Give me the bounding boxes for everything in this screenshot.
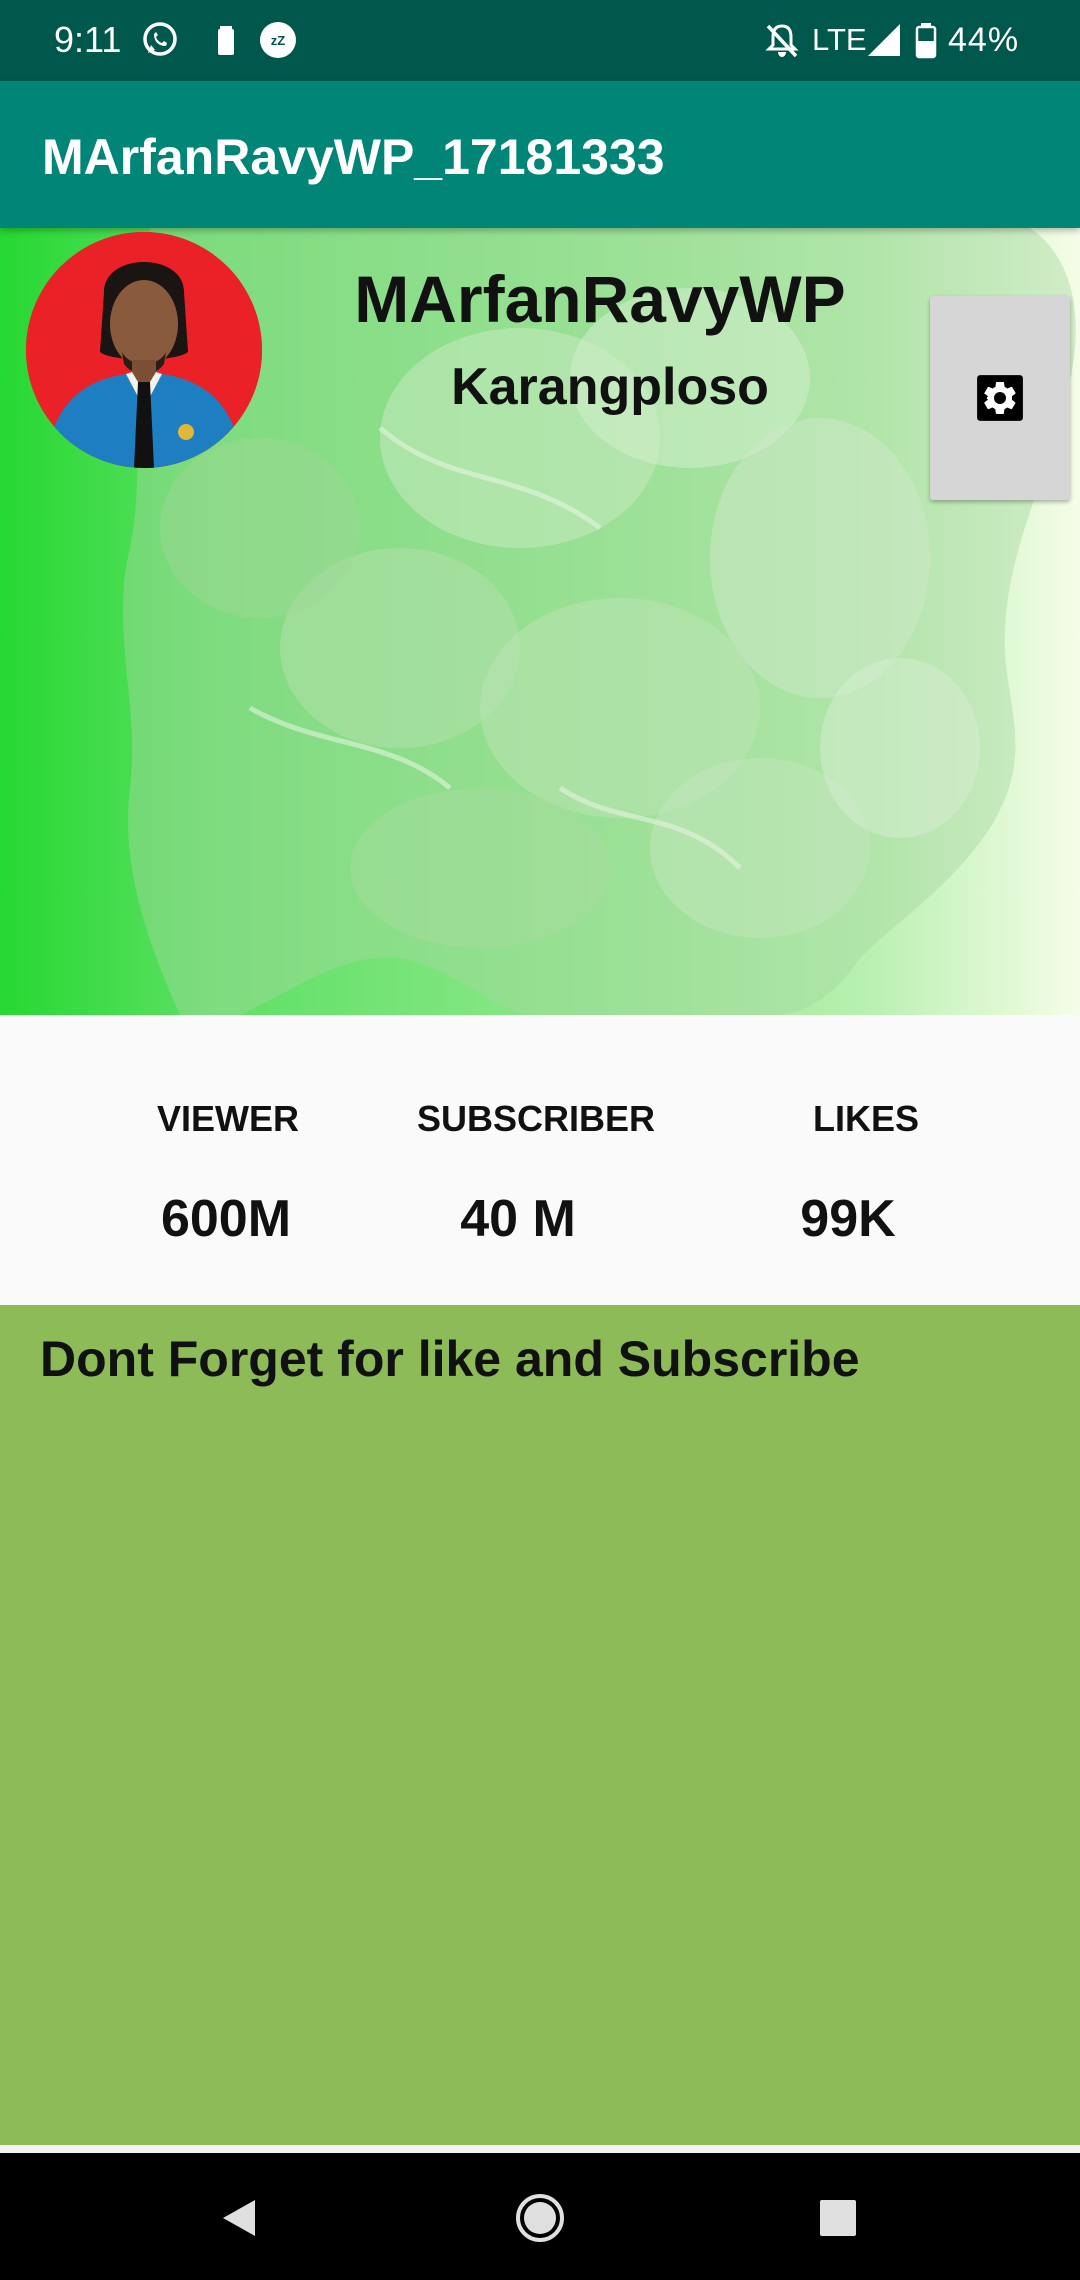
svg-text:zZ: zZ <box>271 33 286 48</box>
stat-value-subscriber: 40 M <box>460 1190 576 1248</box>
signal-icon <box>864 20 904 60</box>
whatsapp-icon <box>140 20 180 60</box>
app-bar: MArfanRavyWP_17181333 <box>0 81 1080 228</box>
status-bar: 9:11 zZ LTE 44% <box>0 0 1080 81</box>
sleep-icon: zZ <box>258 20 298 60</box>
mute-icon <box>762 20 802 60</box>
network-type: LTE <box>812 22 867 57</box>
back-button[interactable] <box>204 2183 274 2253</box>
stat-label-subscriber: SUBSCRIBER <box>416 1098 656 1139</box>
profile-location: Karangploso <box>451 358 769 416</box>
navigation-bar <box>0 2153 1080 2280</box>
battery-icon <box>906 20 946 60</box>
message-panel: Dont Forget for like and Subscribe <box>0 1305 1080 2145</box>
message-text: Dont Forget for like and Subscribe <box>40 1331 860 1387</box>
avatar-photo <box>26 232 262 468</box>
home-button[interactable] <box>505 2183 575 2253</box>
profile-name: MArfanRavyWP <box>354 262 846 336</box>
back-icon <box>223 2200 255 2236</box>
settings-button[interactable] <box>930 296 1070 500</box>
home-icon <box>516 2194 564 2242</box>
app-title: MArfanRavyWP_17181333 <box>42 129 665 185</box>
avatar[interactable] <box>26 232 262 468</box>
stat-value-viewer: 600M <box>160 1190 292 1248</box>
gear-icon <box>977 375 1023 421</box>
recents-button[interactable] <box>803 2183 873 2253</box>
stat-label-viewer: VIEWER <box>156 1098 299 1139</box>
battery-percent: 44% <box>948 21 1020 59</box>
stat-label-likes: LIKES <box>812 1098 919 1139</box>
stat-value-likes: 99K <box>800 1190 896 1248</box>
bottom-divider <box>0 2145 1080 2153</box>
battery-saver-icon <box>206 20 246 60</box>
stats-section: VIEWER 600M SUBSCRIBER 40 M LIKES 99K <box>0 1015 1080 1305</box>
recents-icon <box>820 2200 856 2236</box>
status-time: 9:11 <box>54 19 122 60</box>
